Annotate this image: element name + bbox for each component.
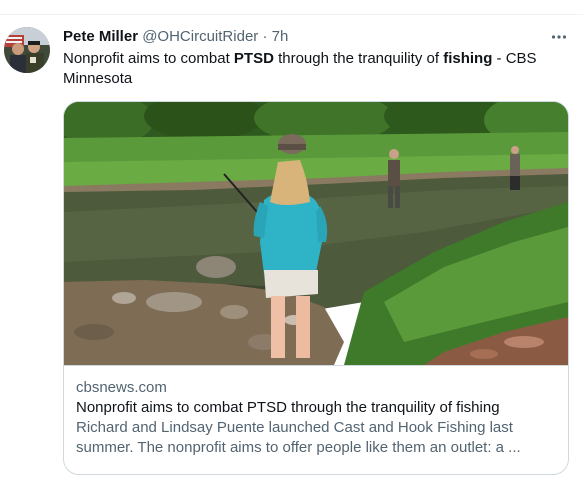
card-image[interactable]: [64, 102, 568, 366]
link-card[interactable]: cbsnews.com Nonprofit aims to combat PTS…: [63, 101, 569, 475]
author-handle[interactable]: @OHCircuitRider: [142, 28, 258, 45]
hashtag-text-fishing: fishing: [443, 50, 493, 67]
more-horizontal-icon: [551, 35, 567, 39]
fishing-photo: [64, 102, 568, 365]
card-description: Richard and Lindsay Puente launched Cast…: [76, 419, 521, 456]
avatar-photo: [4, 27, 50, 73]
card-body: cbsnews.com Nonprofit aims to combat PTS…: [76, 378, 556, 458]
timestamp[interactable]: 7h: [272, 28, 289, 45]
tweet-header: Pete Miller @OHCircuitRider · 7h: [63, 27, 543, 47]
tweet-text-part: through the tranquility of: [273, 50, 444, 67]
hashtag-text-ptsd: PTSD: [233, 50, 274, 67]
more-button[interactable]: [548, 27, 570, 47]
separator: ·: [262, 28, 268, 45]
card-domain: cbsnews.com: [76, 379, 167, 396]
timeline: Pete Miller @OHCircuitRider · 7h Nonprof…: [0, 0, 583, 486]
tweet-text-part: Nonprofit aims to combat: [63, 50, 234, 67]
card-title: Nonprofit aims to combat PTSD through th…: [76, 399, 500, 416]
author-name[interactable]: Pete Miller: [63, 28, 138, 45]
tweet[interactable]: Pete Miller @OHCircuitRider · 7h Nonprof…: [0, 15, 583, 486]
tweet-text: Nonprofit aims to combat PTSD through th…: [63, 49, 568, 89]
avatar[interactable]: [4, 27, 50, 73]
